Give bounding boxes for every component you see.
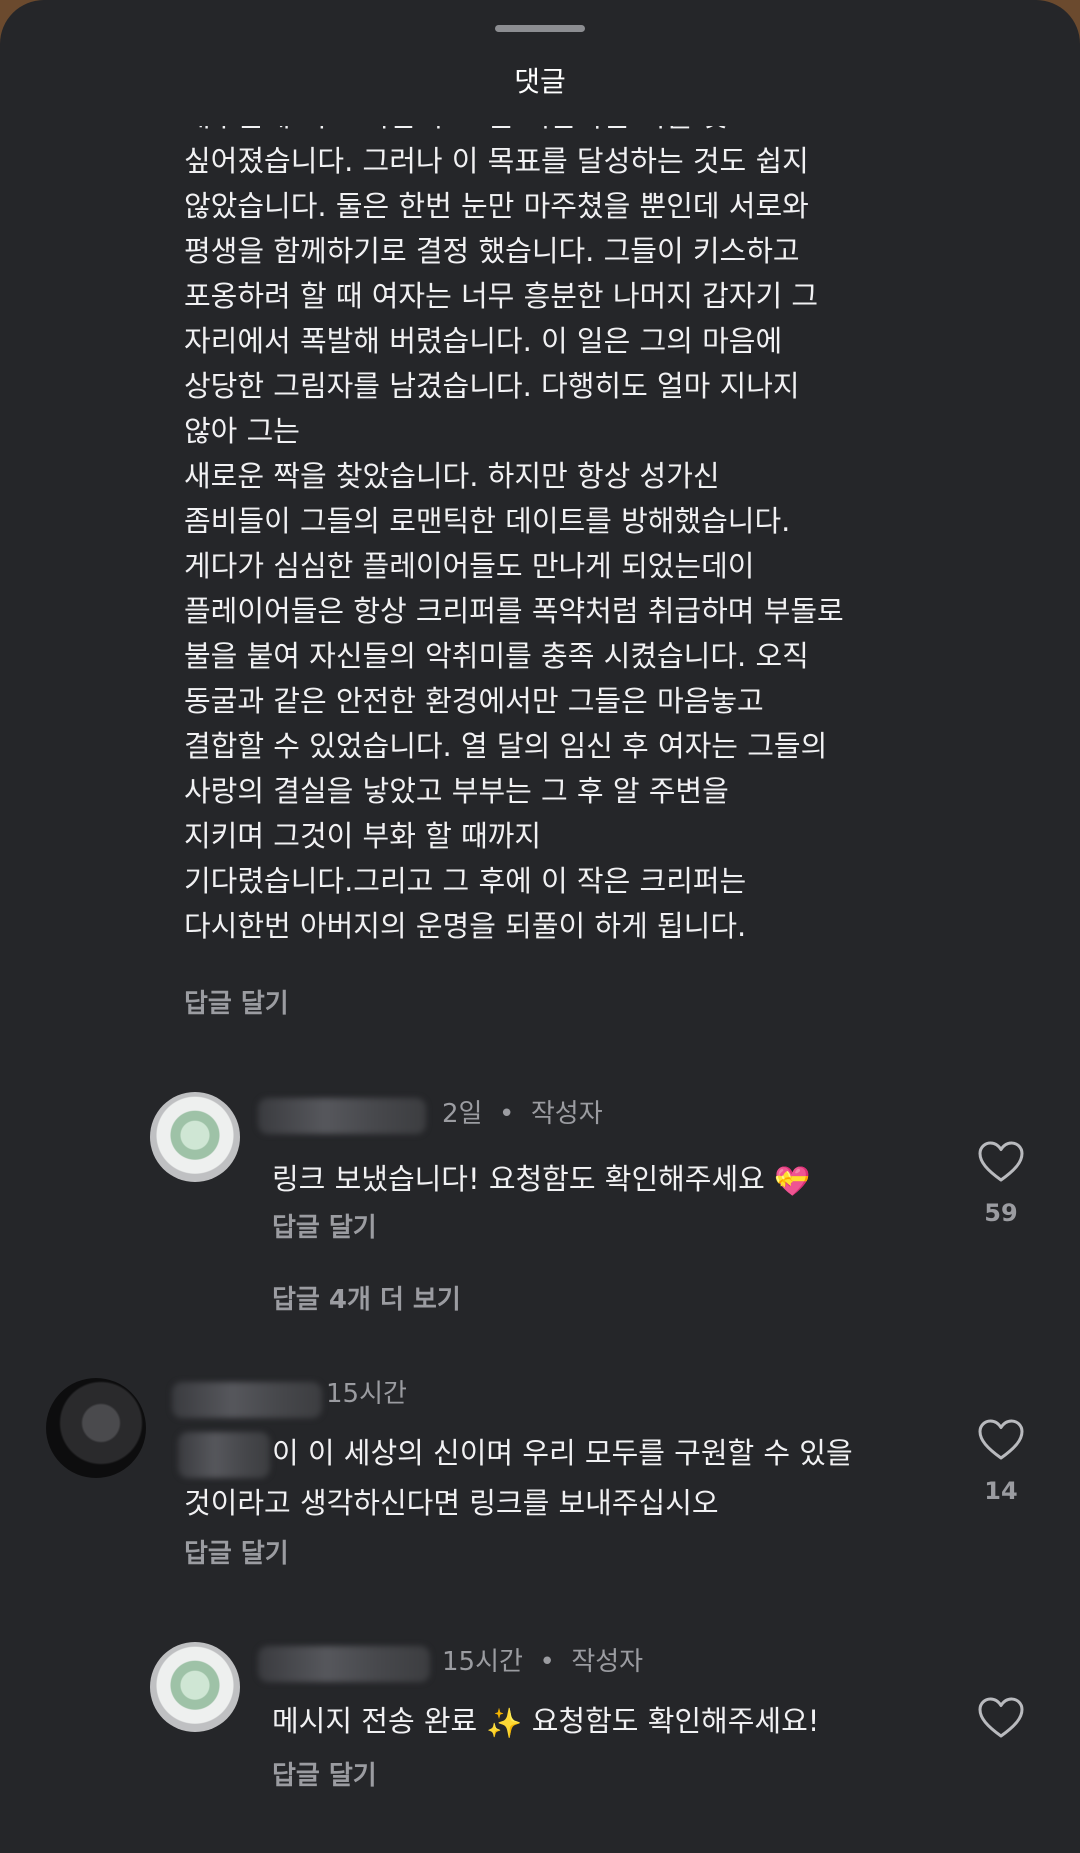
author-badge: 작성자 xyxy=(530,1099,603,1129)
reply-button[interactable]: 답글 달기 xyxy=(272,1758,377,1794)
reply-button[interactable]: 답글 달기 xyxy=(184,1536,289,1572)
heart-outline-icon[interactable] xyxy=(977,1696,1025,1740)
like-button[interactable]: 59 xyxy=(971,1140,1031,1228)
comment-meta: 2일 • 작성자 xyxy=(442,1096,603,1132)
avatar[interactable] xyxy=(150,1092,240,1182)
comment-text: 메시지 전송 완료 ✨ 요청함도 확인해주세요! xyxy=(272,1696,819,1748)
comments-sheet: 댓글 배우는게 먹고 비만 후 그는 어름다운 짝을 찾고 싶어졌습니다. 그러… xyxy=(0,0,1080,1853)
like-count: 59 xyxy=(984,1199,1018,1227)
meta-separator: • xyxy=(539,1647,555,1677)
comment-text-main: 메시지 전송 완료 xyxy=(272,1704,478,1738)
author-badge: 작성자 xyxy=(571,1647,644,1677)
meta-separator: • xyxy=(499,1099,515,1129)
heart-outline-icon[interactable] xyxy=(977,1418,1025,1462)
like-button[interactable] xyxy=(971,1696,1031,1740)
heart-outline-icon[interactable] xyxy=(977,1140,1025,1184)
like-count: 14 xyxy=(984,1477,1018,1505)
mention-blurred[interactable] xyxy=(178,1432,270,1478)
comment-time: 15시간 xyxy=(442,1647,523,1677)
username-blurred[interactable] xyxy=(172,1382,322,1418)
comment-time: 2일 xyxy=(442,1099,483,1129)
comments-list[interactable]: 배우는게 먹고 비만 후 그는 어름다운 짝을 찾고 싶어졌습니다. 그러나 이… xyxy=(0,126,1080,1853)
comment-time: 15시간 xyxy=(326,1379,407,1409)
reply-button[interactable]: 답글 달기 xyxy=(272,1210,377,1246)
comment-text-main: 링크 보냈습니다! 요청함도 확인해주세요 xyxy=(272,1162,765,1196)
comment-text: 링크 보냈습니다! 요청함도 확인해주세요 💝 xyxy=(272,1154,810,1206)
comment-text: 배우는게 먹고 비만 후 그는 어름다운 짝을 찾고 싶어졌습니다. 그러나 이… xyxy=(184,126,844,943)
reply-button[interactable]: 답글 달기 xyxy=(184,986,289,1022)
comment-meta: 15시간 • 작성자 xyxy=(442,1644,643,1680)
view-more-replies-button[interactable]: 답글 4개 더 보기 xyxy=(272,1282,461,1318)
username-blurred[interactable] xyxy=(258,1098,426,1134)
comment-text-rest: 요청함도 확인해주세요! xyxy=(531,1704,820,1738)
like-button[interactable]: 14 xyxy=(971,1418,1031,1506)
avatar[interactable] xyxy=(150,1642,240,1732)
drag-handle[interactable] xyxy=(495,25,585,32)
avatar[interactable] xyxy=(46,1378,146,1478)
username-blurred[interactable] xyxy=(258,1646,430,1682)
sparkles-emoji: ✨ xyxy=(486,1706,523,1740)
sheet-title: 댓글 xyxy=(514,65,566,98)
comment-text-line: 것이라고 생각하신다면 링크를 보내주십시오 xyxy=(184,1486,719,1520)
comment-text-line: 이 이 세상의 신이며 우리 모두를 구원할 수 있을 xyxy=(272,1436,853,1470)
heart-gift-emoji: 💝 xyxy=(774,1164,811,1198)
